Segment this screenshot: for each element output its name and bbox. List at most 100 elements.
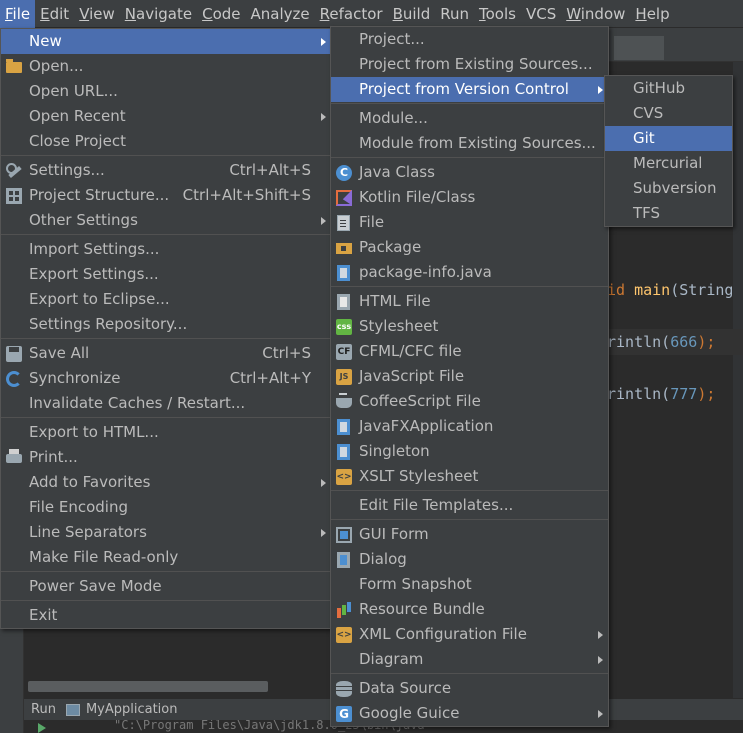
editor-right-gutter [733, 62, 743, 698]
new-cfml-file[interactable]: CF CFML/CFC file [331, 339, 608, 364]
file-menu-settings-repository[interactable]: Settings Repository... [1, 312, 331, 337]
new-diagram[interactable]: Diagram [331, 647, 608, 672]
menu-window[interactable]: Window [561, 0, 630, 28]
mnemonic: H [635, 4, 647, 23]
file-menu-project-structure[interactable]: Project Structure... Ctrl+Alt+Shift+S [1, 183, 331, 208]
file-menu-export-eclipse[interactable]: Export to Eclipse... [1, 287, 331, 312]
vcs-git[interactable]: Git [605, 126, 732, 151]
file-menu-line-separators[interactable]: Line Separators [1, 520, 331, 545]
file-menu-other-settings[interactable]: Other Settings [1, 208, 331, 233]
javafx-icon [337, 419, 350, 435]
file-menu-open-url[interactable]: Open URL... [1, 79, 331, 104]
run-tab-label[interactable]: Run [31, 702, 56, 717]
file-menu-synchronize[interactable]: Synchronize Ctrl+Alt+Y [1, 366, 331, 391]
menu-item-label: Project from Version Control [359, 80, 569, 98]
file-menu-save-all[interactable]: Save All Ctrl+S [1, 341, 331, 366]
new-data-source[interactable]: Data Source [331, 676, 608, 701]
menu-tools[interactable]: Tools [474, 0, 521, 28]
menu-code[interactable]: Code [197, 0, 245, 28]
menu-item-label: GUI Form [359, 525, 429, 543]
new-package[interactable]: Package [331, 235, 608, 260]
new-kotlin-file[interactable]: Kotlin File/Class [331, 185, 608, 210]
new-coffeescript-file[interactable]: CoffeeScript File [331, 389, 608, 414]
menu-edit[interactable]: Edit [35, 0, 74, 28]
file-menu-export-html[interactable]: Export to HTML... [1, 420, 331, 445]
mnemonic: T [479, 4, 486, 23]
menu-item-label: Subversion [633, 179, 717, 197]
menu-item-label: Line Separators [29, 523, 147, 541]
menu-analyze[interactable]: Analyze [246, 0, 315, 28]
vcs-subversion[interactable]: Subversion [605, 176, 732, 201]
vcs-github[interactable]: GitHub [605, 76, 732, 101]
new-javafx-application[interactable]: JavaFXApplication [331, 414, 608, 439]
mnemonic: N [124, 4, 137, 23]
menu-item-label: Import Settings... [29, 240, 160, 258]
shortcut-label: Ctrl+Alt+S [229, 161, 311, 179]
file-menu-power-save[interactable]: Power Save Mode [1, 574, 331, 599]
menu-item-label: Export to HTML... [29, 423, 159, 441]
folder-icon [6, 59, 22, 73]
menu-label: ode [212, 4, 241, 23]
file-menu-invalidate-caches[interactable]: Invalidate Caches / Restart... [1, 391, 331, 416]
java-file-icon [337, 265, 350, 281]
file-menu-make-readonly[interactable]: Make File Read-only [1, 545, 331, 570]
file-menu-new[interactable]: New [1, 29, 331, 54]
new-gui-form[interactable]: GUI Form [331, 522, 608, 547]
new-edit-file-templates[interactable]: Edit File Templates... [331, 493, 608, 518]
menu-item-label: Project Structure... [29, 186, 170, 204]
editor-tab[interactable] [614, 36, 664, 60]
menu-run[interactable]: Run [435, 0, 474, 28]
new-java-class[interactable]: C Java Class [331, 160, 608, 185]
new-module-existing-sources[interactable]: Module from Existing Sources... [331, 131, 608, 156]
shortcut-label: Ctrl+Alt+Y [229, 369, 311, 387]
file-menu-exit[interactable]: Exit [1, 603, 331, 628]
new-dialog[interactable]: Dialog [331, 547, 608, 572]
file-menu-export-settings[interactable]: Export Settings... [1, 262, 331, 287]
new-stylesheet[interactable]: css Stylesheet [331, 314, 608, 339]
new-xml-configuration[interactable]: <> XML Configuration File [331, 622, 608, 647]
new-project-version-control[interactable]: Project from Version Control [331, 77, 608, 102]
code-function-name: main [634, 281, 671, 299]
file-menu-add-favorites[interactable]: Add to Favorites [1, 470, 331, 495]
menu-vcs[interactable]: VCS [521, 0, 561, 28]
vcs-cvs[interactable]: CVS [605, 101, 732, 126]
menu-view[interactable]: View [74, 0, 120, 28]
file-menu-import-settings[interactable]: Import Settings... [1, 237, 331, 262]
new-html-file[interactable]: HTML File [331, 289, 608, 314]
file-menu-open-recent[interactable]: Open Recent [1, 104, 331, 129]
file-menu: New Open... Open URL... Open Recent Clos… [0, 28, 332, 629]
new-project[interactable]: Project... [331, 27, 608, 52]
menu-help[interactable]: Help [630, 0, 674, 28]
vcs-mercurial[interactable]: Mercurial [605, 151, 732, 176]
mnemonic: V [79, 4, 90, 23]
new-package-info[interactable]: package-info.java [331, 260, 608, 285]
run-config-label[interactable]: MyApplication [86, 702, 178, 717]
new-form-snapshot[interactable]: Form Snapshot [331, 572, 608, 597]
menu-file[interactable]: File [0, 0, 36, 28]
horizontal-scrollbar[interactable] [28, 681, 268, 692]
new-singleton[interactable]: Singleton [331, 439, 608, 464]
menu-item-label: Exit [29, 606, 58, 624]
file-menu-file-encoding[interactable]: File Encoding [1, 495, 331, 520]
file-menu-settings[interactable]: Settings... Ctrl+Alt+S [1, 158, 331, 183]
menu-build[interactable]: Build [388, 0, 436, 28]
play-icon[interactable] [38, 723, 46, 733]
menu-refactor[interactable]: Refactor [315, 0, 388, 28]
menu-item-label: Print... [29, 448, 78, 466]
menu-item-label: Google Guice [359, 704, 460, 722]
new-project-existing-sources[interactable]: Project from Existing Sources... [331, 52, 608, 77]
file-menu-open[interactable]: Open... [1, 54, 331, 79]
file-menu-print[interactable]: Print... [1, 445, 331, 470]
dialog-icon [337, 552, 350, 568]
new-javascript-file[interactable]: JS JavaScript File [331, 364, 608, 389]
menu-navigate[interactable]: Navigate [120, 0, 197, 28]
new-module[interactable]: Module... [331, 106, 608, 131]
new-xslt-stylesheet[interactable]: <> XSLT Stylesheet [331, 464, 608, 489]
code-params: (String [670, 281, 734, 299]
new-resource-bundle[interactable]: Resource Bundle [331, 597, 608, 622]
file-menu-close-project[interactable]: Close Project [1, 129, 331, 154]
vcs-tfs[interactable]: TFS [605, 201, 732, 226]
new-file[interactable]: File [331, 210, 608, 235]
menu-item-label: Open Recent [29, 107, 126, 125]
new-google-guice[interactable]: G Google Guice [331, 701, 608, 726]
